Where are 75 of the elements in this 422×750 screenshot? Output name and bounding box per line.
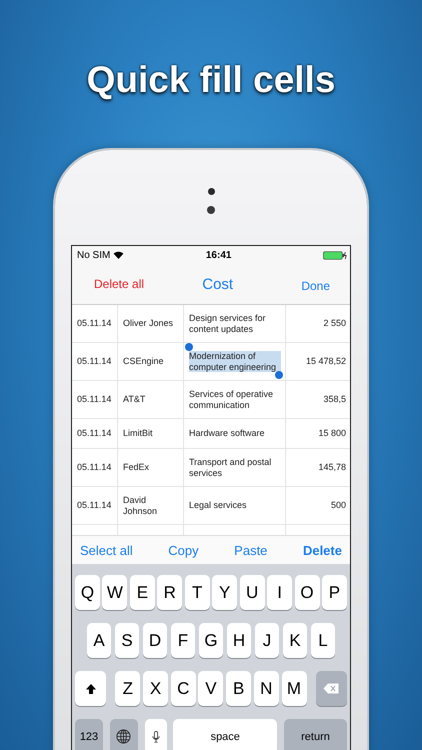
keyboard-key[interactable]: F [171, 623, 195, 658]
keyboard-key[interactable]: U [240, 575, 265, 610]
keyboard-key[interactable]: K [283, 623, 307, 658]
numbers-key[interactable]: 123 [75, 719, 103, 750]
keyboard-key[interactable]: B [226, 671, 252, 706]
selected-text[interactable]: Modernization of computer engineering [189, 350, 281, 372]
table-cell: Legal services [189, 500, 247, 511]
backspace-icon [323, 683, 340, 694]
table-cell: Oliver Jones [118, 305, 184, 342]
keyboard-key[interactable]: X [143, 671, 168, 706]
edit-menu-item[interactable]: Copy [168, 542, 199, 558]
selection-handle[interactable] [275, 371, 283, 379]
microphone-key[interactable] [144, 719, 166, 750]
keyboard-key[interactable]: C [170, 671, 196, 706]
table-cell-text: Design services for content updates [189, 312, 267, 334]
table-cell-text: 500 [330, 499, 347, 512]
table-cell-text: 15 800 [317, 427, 347, 440]
keyboard-key[interactable]: M [282, 671, 306, 706]
keyboard-key[interactable]: L [311, 623, 335, 658]
return-key[interactable]: return [284, 719, 347, 750]
keyboard-key[interactable]: Q [75, 575, 100, 610]
wifi-icon [113, 251, 124, 259]
table-cell: LimitBit [118, 419, 184, 448]
keyboard-key[interactable]: W [102, 575, 128, 610]
microphone-icon [152, 730, 160, 744]
keyboard-key[interactable]: P [322, 575, 347, 610]
table-cell: CSEngine [118, 343, 184, 380]
camera-icon [208, 188, 214, 195]
nav-title: Cost [202, 276, 234, 292]
table-cell: Hardware software [189, 428, 265, 439]
table-cell-text: 2 550 [322, 317, 347, 330]
headline: Quick fill cells [86, 58, 336, 102]
table-cell: 05.11.14 [72, 487, 118, 524]
shift-arrow-icon [84, 682, 96, 694]
table-cell-text: 358,5 [322, 393, 347, 406]
globe-icon [116, 729, 132, 744]
delete-all-button[interactable]: Delete all [94, 277, 144, 291]
edit-menu-item[interactable]: Select all [80, 542, 133, 558]
selection-handle[interactable] [185, 343, 193, 351]
globe-key[interactable] [110, 719, 138, 750]
space-key[interactable]: space [173, 719, 278, 750]
table-cell: David Johnson [118, 487, 184, 524]
table-cell-text: Transport and postal services [189, 456, 272, 478]
table-cell: 05.11.14 [72, 381, 118, 418]
keyboard-key[interactable]: D [143, 623, 167, 658]
keyboard-key[interactable]: A [87, 623, 111, 658]
table-cell-text: Services of operative communication [189, 388, 274, 410]
table-cell: 05.11.14 [72, 449, 118, 486]
keyboard-key[interactable]: E [130, 575, 155, 610]
keyboard-key[interactable]: I [267, 575, 292, 610]
keyboard-key[interactable]: O [294, 575, 320, 610]
table-cell: 05.11.14 [72, 419, 118, 448]
keyboard-key[interactable]: R [157, 575, 182, 610]
keyboard-key[interactable]: N [254, 671, 279, 706]
keyboard-key[interactable]: J [255, 623, 279, 658]
keyboard-key[interactable]: H [227, 623, 251, 658]
keyboard-key[interactable]: V [198, 671, 224, 706]
keyboard-key[interactable]: T [184, 575, 210, 610]
carrier-label: No SIM [77, 250, 110, 260]
keyboard-key[interactable]: G [199, 623, 223, 658]
table-cell: 05.11.14 [72, 305, 118, 342]
table-cell: FedEx [118, 449, 184, 486]
status-time: 16:41 [204, 250, 232, 260]
table-cell-text: 145,78 [317, 461, 347, 474]
table-cell-text: 15 478,52 [304, 355, 347, 368]
edit-menu-item[interactable]: Delete [302, 542, 342, 558]
done-button[interactable]: Done [301, 279, 330, 293]
keyboard-key[interactable]: Z [115, 671, 140, 706]
keyboard-key[interactable]: Y [212, 575, 238, 610]
keyboard-key[interactable]: S [115, 623, 139, 658]
shift-key[interactable] [75, 671, 106, 706]
battery-icon [323, 250, 347, 260]
table-cell: AT&T [118, 381, 184, 418]
table-cell: 05.11.14 [72, 343, 118, 380]
edit-menu-item[interactable]: Paste [234, 542, 268, 558]
